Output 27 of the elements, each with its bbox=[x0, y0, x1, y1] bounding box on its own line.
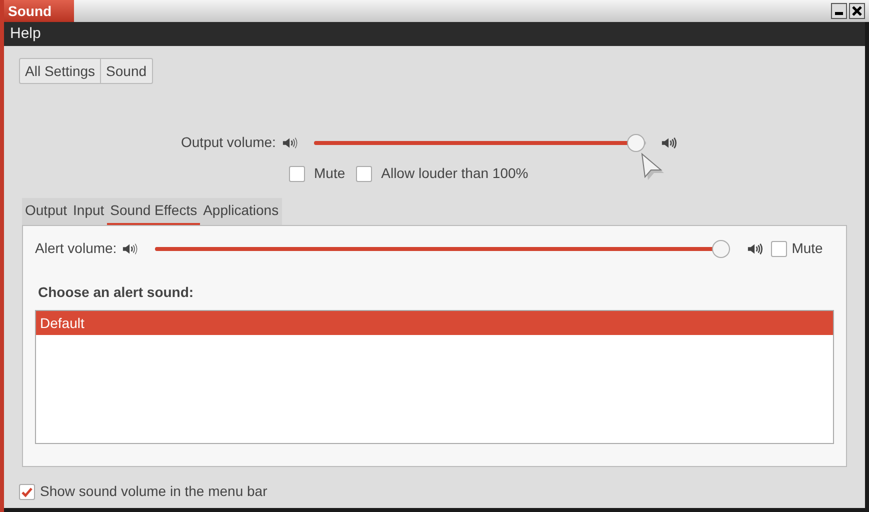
tab[interactable]: Applications bbox=[200, 198, 282, 225]
checkbox-label: Allow louder than 100% bbox=[381, 164, 528, 183]
checkbox[interactable] bbox=[356, 166, 372, 182]
speaker-icon bbox=[282, 136, 299, 150]
checkbox[interactable] bbox=[770, 240, 787, 256]
checkbox-label: Show sound volume in the menu bar bbox=[40, 482, 268, 501]
minimize-button[interactable] bbox=[831, 3, 847, 19]
checkbox-label: Mute bbox=[792, 239, 823, 258]
window-title: Sound bbox=[8, 2, 52, 20]
output-volume-label: Output volume: bbox=[181, 133, 276, 152]
breadcrumb-button[interactable]: Sound bbox=[100, 59, 152, 83]
tab[interactable]: Input bbox=[70, 198, 108, 225]
checkbox-label: Mute bbox=[314, 164, 346, 183]
breadcrumb-button[interactable]: All Settings bbox=[20, 59, 100, 83]
close-button[interactable] bbox=[849, 3, 865, 19]
slider-thumb[interactable] bbox=[626, 134, 645, 152]
list-heading: Choose an alert sound: bbox=[38, 283, 195, 302]
slider-thumb[interactable] bbox=[712, 240, 730, 258]
menu-item[interactable]: Help bbox=[10, 22, 41, 46]
speaker-icon bbox=[746, 242, 764, 256]
checkbox[interactable] bbox=[19, 484, 35, 500]
list-item[interactable]: Default bbox=[36, 311, 833, 335]
speaker-icon bbox=[122, 242, 139, 256]
speaker-icon bbox=[660, 136, 678, 150]
alert-volume-label: Alert volume: bbox=[35, 239, 117, 258]
checkbox[interactable] bbox=[289, 166, 305, 182]
tab[interactable]: Output bbox=[22, 198, 70, 225]
